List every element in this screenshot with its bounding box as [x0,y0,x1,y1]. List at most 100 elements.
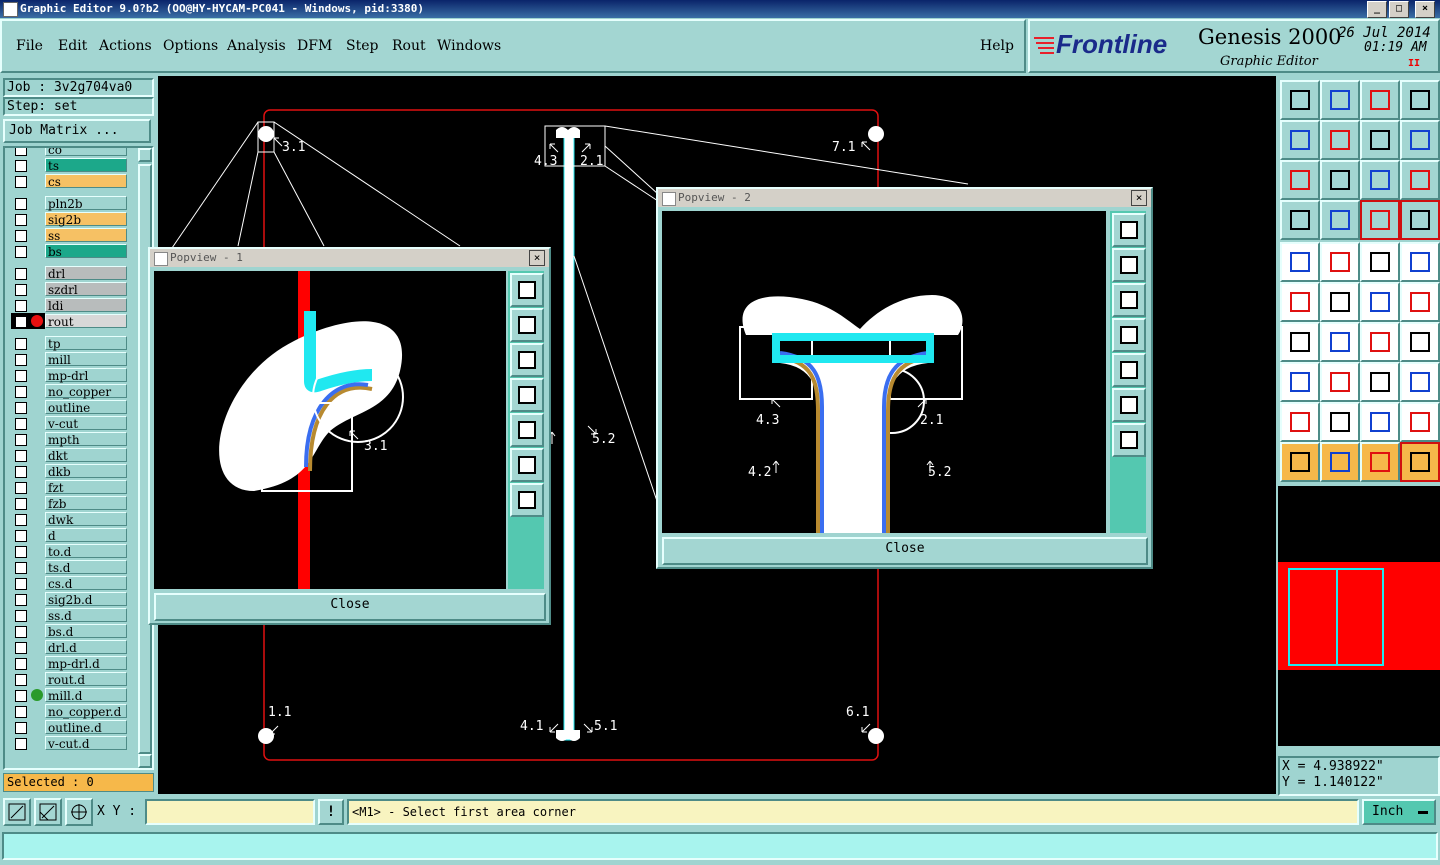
layer-checkbox[interactable] [15,316,27,328]
popview-pan-down-button[interactable] [510,343,544,377]
layer-checkbox[interactable] [15,434,27,446]
layer-red-2-button[interactable] [1400,200,1440,240]
layer-row-tp[interactable]: tp [11,336,135,351]
arc-tool-button[interactable] [1360,282,1400,322]
slash-line-button[interactable] [1320,322,1360,362]
popview-zoom-out-button[interactable] [1112,423,1146,457]
layer-row-szdrl[interactable]: szdrl [11,282,135,297]
rotate-arc-button[interactable] [1360,322,1400,362]
layer-name[interactable]: bs [45,244,127,259]
layer-row-sig2b-d[interactable]: sig2b.d [11,592,135,607]
layer-checkbox[interactable] [15,674,27,686]
layer-checkbox[interactable] [15,642,27,654]
layer-row-cs[interactable]: cs [11,174,135,189]
layer-name[interactable]: pln2b [45,196,127,211]
layer-row-dkb[interactable]: dkb [11,464,135,479]
triangle-c-button[interactable] [1360,402,1400,442]
pan-right-button[interactable] [1320,120,1360,160]
select-feature-button[interactable] [1280,242,1320,282]
command-field[interactable] [2,832,1438,860]
bar-tool-button[interactable] [1320,362,1360,402]
layer-checkbox[interactable] [15,626,27,638]
export-button[interactable] [1280,80,1320,120]
layer-checkbox[interactable] [15,546,27,558]
snap-grid-button[interactable] [3,798,31,826]
popview-2-close-icon[interactable]: × [1131,190,1147,206]
layer-row-sig2b[interactable]: sig2b [11,212,135,227]
popview-zoom-fit-button[interactable] [510,273,544,307]
layer-checkbox[interactable] [15,354,27,366]
home-button[interactable] [1360,80,1400,120]
zoom-fit-button[interactable] [1280,160,1320,200]
layer-checkbox[interactable] [15,530,27,542]
layer-checkbox[interactable] [15,386,27,398]
text-tool-button[interactable] [1400,322,1440,362]
pointer-box-button[interactable] [1320,442,1360,482]
job-matrix-button[interactable]: Job Matrix ... [3,119,151,143]
layer-row-outline[interactable]: outline [11,400,135,415]
pan-left-button[interactable] [1280,120,1320,160]
grid-button[interactable] [65,798,93,826]
popview-zoom-out-button[interactable] [510,483,544,517]
layer-checkbox[interactable] [15,498,27,510]
layer-row-v-cut[interactable]: v-cut [11,416,135,431]
layer-row-rout[interactable]: rout [11,313,135,329]
layer-row-ss-d[interactable]: ss.d [11,608,135,623]
xy-input[interactable] [145,799,315,825]
layer-name[interactable]: bs.d [45,624,127,639]
pointer-select-button[interactable] [1360,442,1400,482]
line-edit-button[interactable] [1400,282,1440,322]
measure-button[interactable] [34,798,62,826]
layer-name[interactable]: outline [45,400,127,415]
layer-name[interactable]: mpth [45,432,127,447]
layer-name[interactable]: szdrl [45,282,127,297]
grid-display-button[interactable] [1320,200,1360,240]
popview-pan-right-button[interactable] [510,413,544,447]
layer-checkbox[interactable] [15,482,27,494]
help-query-button[interactable] [1400,160,1440,200]
rotate-button[interactable] [1360,120,1400,160]
layer-checkbox[interactable] [15,706,27,718]
import-button[interactable] [1320,80,1360,120]
layer-name[interactable]: drl [45,266,127,281]
layer-name[interactable]: no_copper [45,384,127,399]
layer-checkbox[interactable] [15,722,27,734]
layer-name[interactable]: d [45,528,127,543]
menu-analysis[interactable]: Analysis [227,38,286,54]
layer-row-ldi[interactable]: ldi [11,298,135,313]
angle-button[interactable] [1280,322,1320,362]
close-window-button[interactable]: × [1415,1,1435,18]
window-split-button[interactable] [1400,80,1440,120]
layer-name[interactable]: outline.d [45,720,127,735]
layer-name[interactable]: sig2b [45,212,127,227]
layer-name[interactable]: no_copper.d [45,704,127,719]
layer-checkbox[interactable] [15,284,27,296]
layer-name[interactable]: ts.d [45,560,127,575]
layer-row-drl[interactable]: drl [11,266,135,281]
layer-row-to-d[interactable]: to.d [11,544,135,559]
triangle-a-button[interactable] [1280,402,1320,442]
layer-row-bs-d[interactable]: bs.d [11,624,135,639]
layer-row-mill-d[interactable]: mill.d [11,688,135,703]
popview-1-canvas[interactable]: 3.1 [154,271,506,589]
layer-row-ts-d[interactable]: ts.d [11,560,135,575]
layer-row-v-cut-d[interactable]: v-cut.d [11,736,135,751]
popview-pan-left-button[interactable] [510,378,544,412]
layer-row-pln2b[interactable]: pln2b [11,196,135,211]
layer-red-button[interactable] [1360,200,1400,240]
layer-checkbox[interactable] [15,370,27,382]
units-dropdown[interactable]: Inch [1362,799,1436,825]
layer-row-co[interactable]: co [11,148,135,157]
layer-checkbox[interactable] [15,402,27,414]
layer-name[interactable]: ss [45,228,127,243]
layer-row-outline-d[interactable]: outline.d [11,720,135,735]
ruler-button[interactable] [1360,242,1400,282]
layer-name[interactable]: v-cut [45,416,127,431]
popview-zoom-fit-button[interactable] [1112,213,1146,247]
layer-checkbox[interactable] [15,230,27,242]
dimension-button[interactable] [1360,362,1400,402]
menu-actions[interactable]: Actions [99,38,152,54]
layer-checkbox[interactable] [15,578,27,590]
layer-checkbox[interactable] [15,160,27,172]
layer-checkbox[interactable] [15,214,27,226]
